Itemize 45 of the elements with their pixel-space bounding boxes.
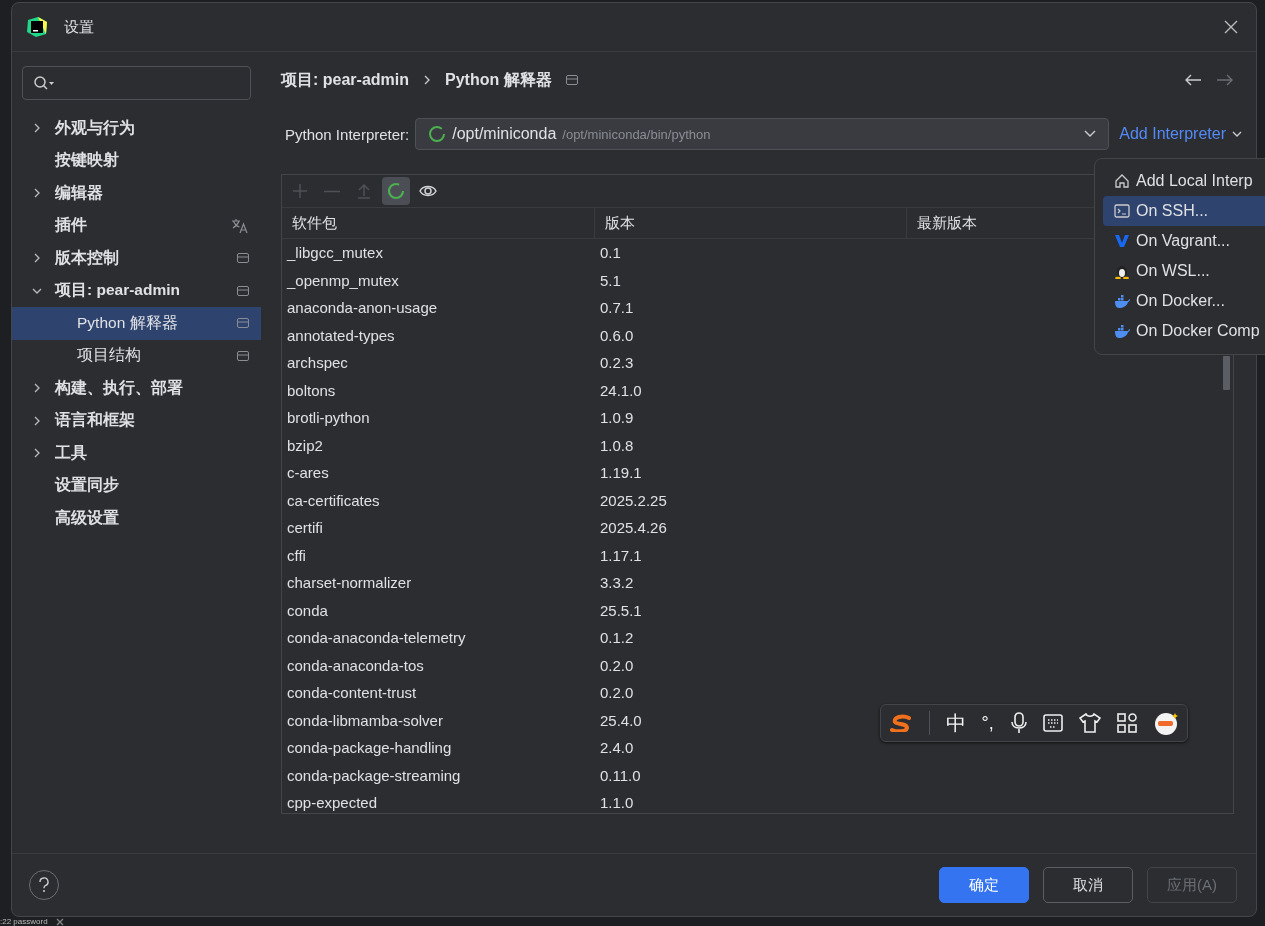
table-cell-text: 5.1	[599, 271, 621, 289]
table-cell-text: anaconda-anon-usage	[286, 299, 438, 317]
table-cell-text: 25.4.0	[599, 711, 642, 729]
table-cell-text: conda-package-handling	[286, 739, 452, 757]
table-cell-text: charset-normalizer	[286, 574, 412, 592]
table-cell-text: conda-package-streaming	[286, 766, 461, 784]
table-cell-text: archspec	[286, 354, 348, 372]
table-cell-text: 1.1.0	[599, 794, 634, 812]
table-cell-text: annotated-types	[286, 326, 395, 344]
table-cell-text: 0.7.1	[599, 299, 634, 317]
table-cell-text: 25.5.1	[599, 601, 642, 619]
table-cell-text: 24.1.0	[599, 381, 642, 399]
table-cell-text: brotli-python	[286, 409, 370, 427]
table-cell-text: conda-content-trust	[286, 684, 417, 702]
table-cell-text: 0.1.2	[599, 629, 634, 647]
table-cell-text: 1.17.1	[599, 546, 642, 564]
table-cell-text: _libgcc_mutex	[285, 244, 383, 262]
table-cell-text: bzip2	[286, 436, 323, 454]
table-cell-text: boltons	[286, 381, 336, 399]
table-cell-text: 0.2.0	[599, 656, 634, 674]
table-cell-text: 0.2.3	[599, 354, 634, 372]
table-cell-text: 1.0.8	[599, 436, 634, 454]
table-cell-text: 1.0.9	[599, 409, 634, 427]
table-cell-text: ca-certificates	[286, 491, 380, 509]
table-cell-text: 0.11.0	[599, 766, 641, 784]
table-cell-text: c-ares	[286, 464, 329, 482]
table-cell-text: conda-anaconda-telemetry	[286, 629, 466, 647]
table-cell-text: 0.6.0	[599, 326, 634, 344]
table-cell-text: 3.3.2	[599, 574, 634, 592]
breadcrumb-item: Python 解释器	[445, 69, 552, 90]
table-cell-text: conda-anaconda-tos	[286, 656, 424, 674]
field-label: Python Interpreter:	[285, 125, 410, 143]
table-cell-text: 2025.2.25	[599, 491, 667, 509]
table-cell-text: _openmp_mutex	[285, 271, 399, 289]
table-cell-text: 1.19.1	[599, 464, 642, 482]
table-cell-text: 2.4.0	[599, 739, 634, 757]
table-cell-text: 0.1	[599, 244, 621, 262]
table-cell-text: conda-libmamba-solver	[286, 711, 443, 729]
table-cell-text: conda	[286, 601, 328, 619]
table-cell-text: 2025.4.26	[599, 519, 667, 537]
table-cell-text: cpp-expected	[286, 794, 378, 812]
window-title: 设置	[64, 17, 94, 37]
table-cell-text: cffi	[286, 546, 306, 564]
table-cell-text: 0.2.0	[599, 684, 634, 702]
table-cell-text: certifi	[286, 519, 323, 537]
